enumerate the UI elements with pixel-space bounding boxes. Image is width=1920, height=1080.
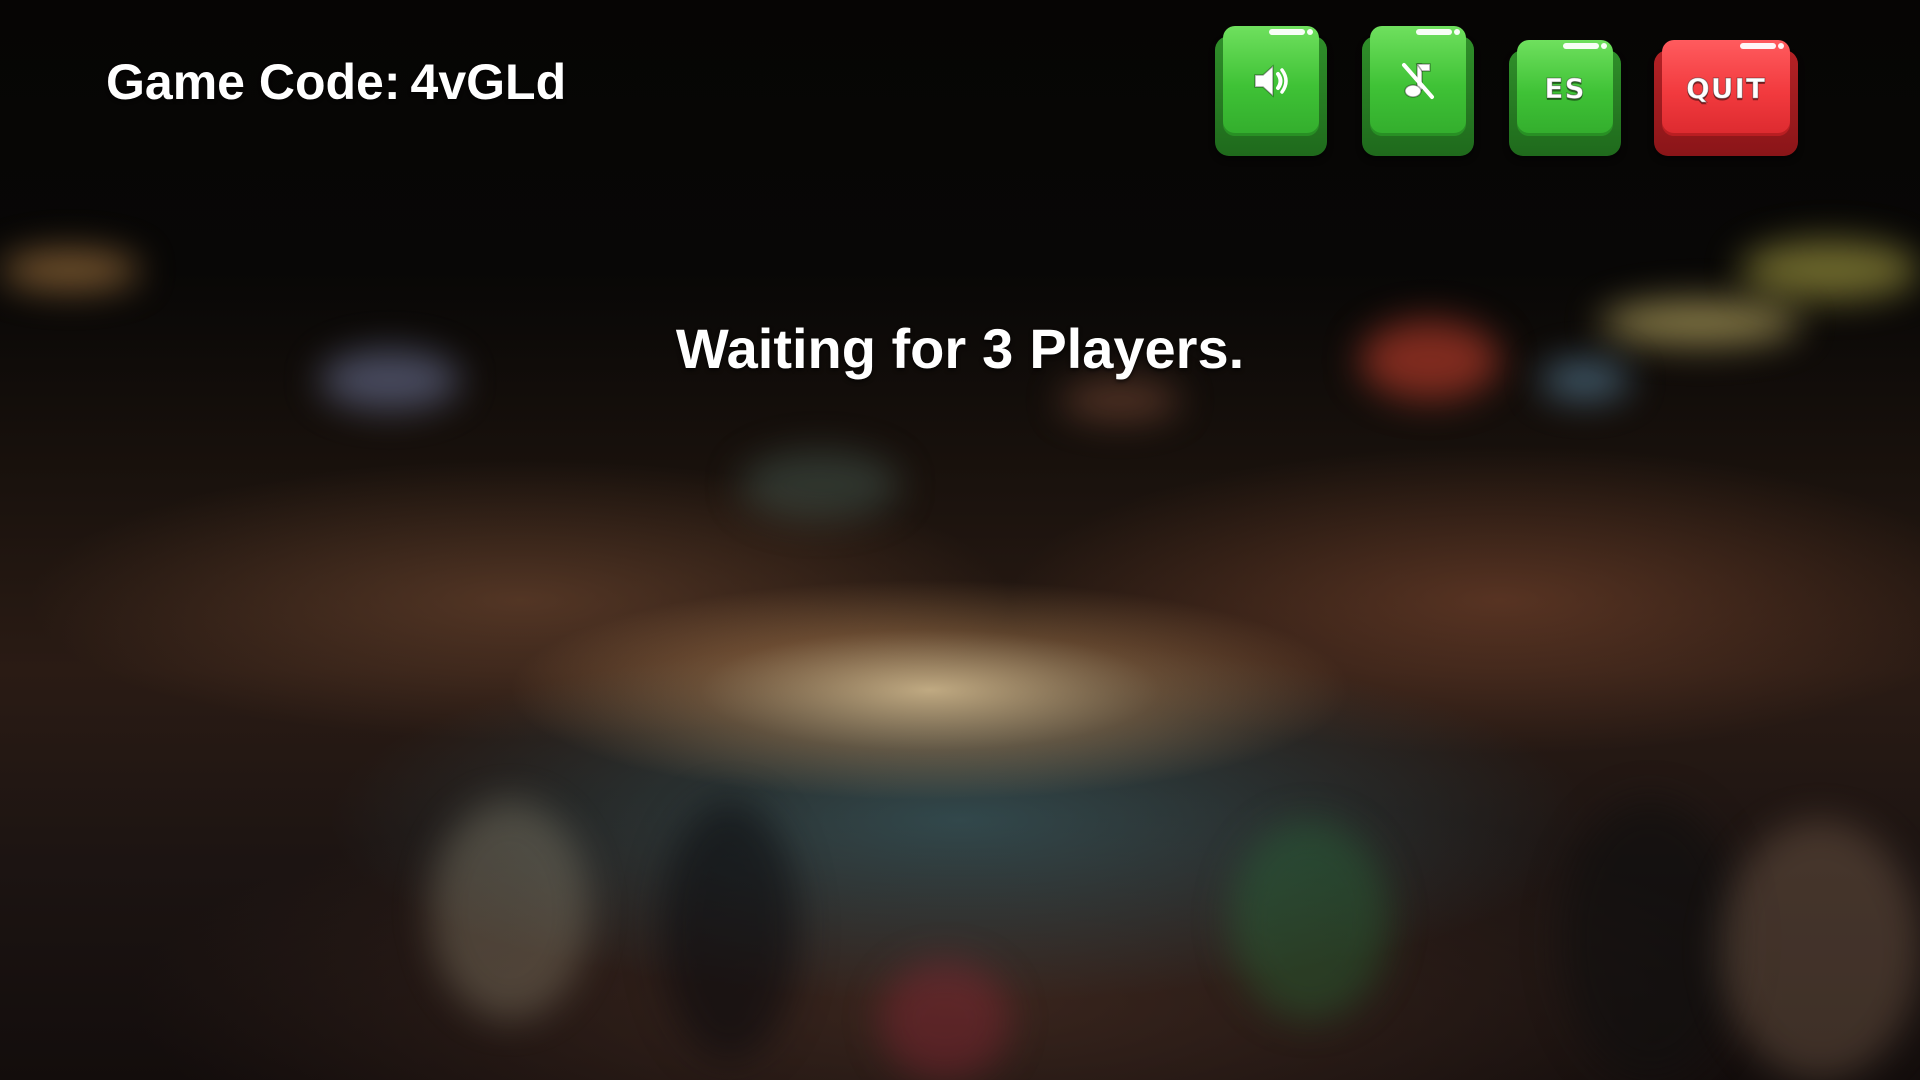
waiting-status-lead: Waiting for (675, 317, 967, 380)
music-toggle-button[interactable] (1362, 26, 1474, 156)
language-label: ES (1544, 71, 1586, 105)
sound-toggle-button[interactable] (1215, 26, 1327, 156)
language-button[interactable]: ES (1509, 40, 1621, 156)
music-off-icon (1396, 59, 1440, 103)
game-code-value: 4vGLd (410, 54, 567, 110)
quit-button[interactable]: QUIT (1654, 40, 1798, 156)
waiting-player-count: 3 (982, 317, 1014, 380)
arena-crowd-background (0, 0, 1920, 1080)
waiting-status: Waiting for 3 Players. (0, 318, 1920, 380)
game-code-label: Game Code: (106, 54, 401, 110)
quit-label: QUIT (1685, 71, 1767, 105)
game-code: Game Code: 4vGLd (106, 52, 566, 112)
speaker-icon (1249, 59, 1293, 103)
waiting-status-suffix: Players. (1029, 317, 1245, 380)
